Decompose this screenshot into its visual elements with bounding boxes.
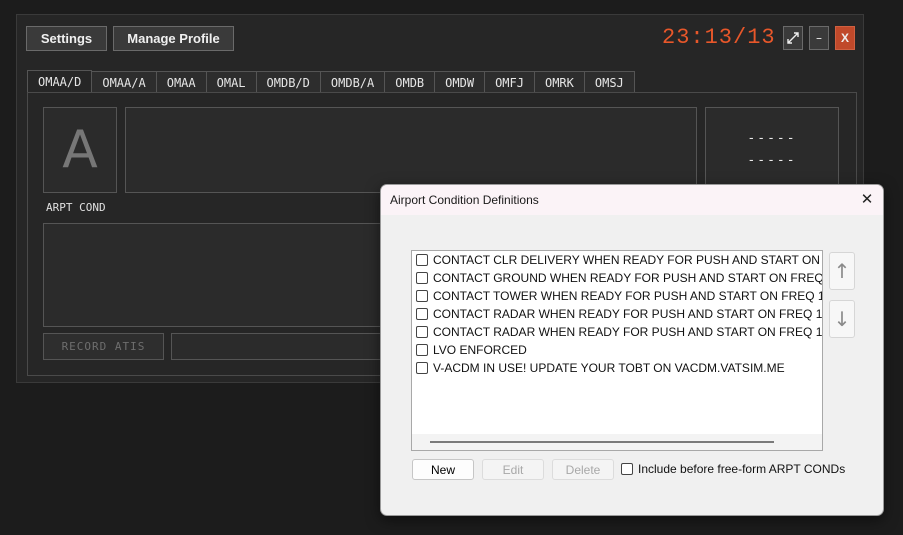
list-item[interactable]: V-ACDM IN USE! UPDATE YOUR TOBT ON VACDM…: [416, 359, 785, 377]
expand-icon[interactable]: [783, 26, 803, 50]
arrow-down-icon: ↓: [833, 307, 851, 331]
tab-omaa-a[interactable]: OMAA/A: [91, 71, 157, 93]
airport-condition-dialog: Airport Condition Definitions ✕ CONTACT …: [380, 184, 884, 516]
arrow-up-icon: ↑: [833, 259, 851, 283]
delete-button[interactable]: Delete: [552, 459, 614, 480]
include-checkbox[interactable]: [621, 463, 633, 475]
utc-clock: 23:13/13: [662, 25, 776, 50]
close-button[interactable]: X: [835, 26, 855, 50]
tab-omrk[interactable]: OMRK: [533, 71, 585, 93]
list-item[interactable]: CONTACT CLR DELIVERY WHEN READY FOR PUSH…: [416, 251, 822, 269]
checkbox[interactable]: [416, 344, 428, 356]
manage-profile-button[interactable]: Manage Profile: [113, 26, 234, 51]
include-label: Include before free-form ARPT CONDs: [638, 462, 846, 476]
tab-omaa-d[interactable]: OMAA/D: [27, 70, 93, 93]
checkbox[interactable]: [416, 272, 428, 284]
settings-button[interactable]: Settings: [26, 26, 107, 51]
checkbox[interactable]: [416, 326, 428, 338]
move-down-button[interactable]: ↓: [829, 300, 855, 338]
list-item[interactable]: CONTACT GROUND WHEN READY FOR PUSH AND S…: [416, 269, 823, 287]
tab-omsj[interactable]: OMSJ: [583, 71, 635, 93]
airport-tabs: OMAA/D OMAA/A OMAA OMAL OMDB/D OMDB/A OM…: [27, 70, 635, 93]
checkbox[interactable]: [416, 362, 428, 374]
minimize-button[interactable]: –: [809, 26, 829, 50]
include-option[interactable]: Include before free-form ARPT CONDs: [621, 462, 845, 476]
tab-omdb[interactable]: OMDB: [384, 71, 436, 93]
atis-letter: A: [43, 107, 117, 193]
dialog-title: Airport Condition Definitions: [390, 193, 539, 207]
tab-omdw[interactable]: OMDW: [434, 71, 486, 93]
tab-omal[interactable]: OMAL: [205, 71, 257, 93]
record-atis-button[interactable]: RECORD ATIS: [43, 333, 164, 360]
tab-omdb-a[interactable]: OMDB/A: [319, 71, 386, 93]
arpt-cond-field[interactable]: [43, 223, 403, 327]
move-up-button[interactable]: ↑: [829, 252, 855, 290]
checkbox[interactable]: [416, 254, 428, 266]
checkbox[interactable]: [416, 308, 428, 320]
horizontal-scrollbar[interactable]: [412, 434, 822, 450]
close-icon[interactable]: ✕: [859, 190, 875, 208]
runway-display: ----- -----: [705, 107, 839, 193]
edit-button[interactable]: Edit: [482, 459, 544, 480]
dash-line-2: -----: [747, 153, 797, 168]
list-item-label: CONTACT CLR DELIVERY WHEN READY FOR PUSH…: [433, 253, 822, 267]
dash-line-1: -----: [747, 131, 797, 146]
list-item-label: CONTACT GROUND WHEN READY FOR PUSH AND S…: [433, 271, 823, 285]
checkbox[interactable]: [416, 290, 428, 302]
tab-omaa[interactable]: OMAA: [155, 71, 207, 93]
list-item-label: LVO ENFORCED: [433, 343, 527, 357]
list-item-label: CONTACT RADAR WHEN READY FOR PUSH AND ST…: [433, 307, 823, 321]
list-item[interactable]: CONTACT RADAR WHEN READY FOR PUSH AND ST…: [416, 323, 823, 341]
scrollbar-thumb[interactable]: [430, 441, 774, 443]
arpt-cond-label: ARPT COND: [46, 201, 106, 214]
condition-list[interactable]: CONTACT CLR DELIVERY WHEN READY FOR PUSH…: [411, 250, 823, 451]
list-item-label: V-ACDM IN USE! UPDATE YOUR TOBT ON VACDM…: [433, 361, 785, 375]
dialog-title-bar: Airport Condition Definitions ✕: [381, 185, 883, 215]
tab-omdb-d[interactable]: OMDB/D: [255, 71, 321, 93]
list-item[interactable]: CONTACT RADAR WHEN READY FOR PUSH AND ST…: [416, 305, 823, 323]
list-item-label: CONTACT TOWER WHEN READY FOR PUSH AND ST…: [433, 289, 823, 303]
new-button[interactable]: New: [412, 459, 474, 480]
list-item-label: CONTACT RADAR WHEN READY FOR PUSH AND ST…: [433, 325, 823, 339]
list-item[interactable]: LVO ENFORCED: [416, 341, 527, 359]
metar-display: [125, 107, 697, 193]
list-item[interactable]: CONTACT TOWER WHEN READY FOR PUSH AND ST…: [416, 287, 823, 305]
tab-omfj[interactable]: OMFJ: [484, 71, 535, 93]
record-status-field: [171, 333, 403, 360]
